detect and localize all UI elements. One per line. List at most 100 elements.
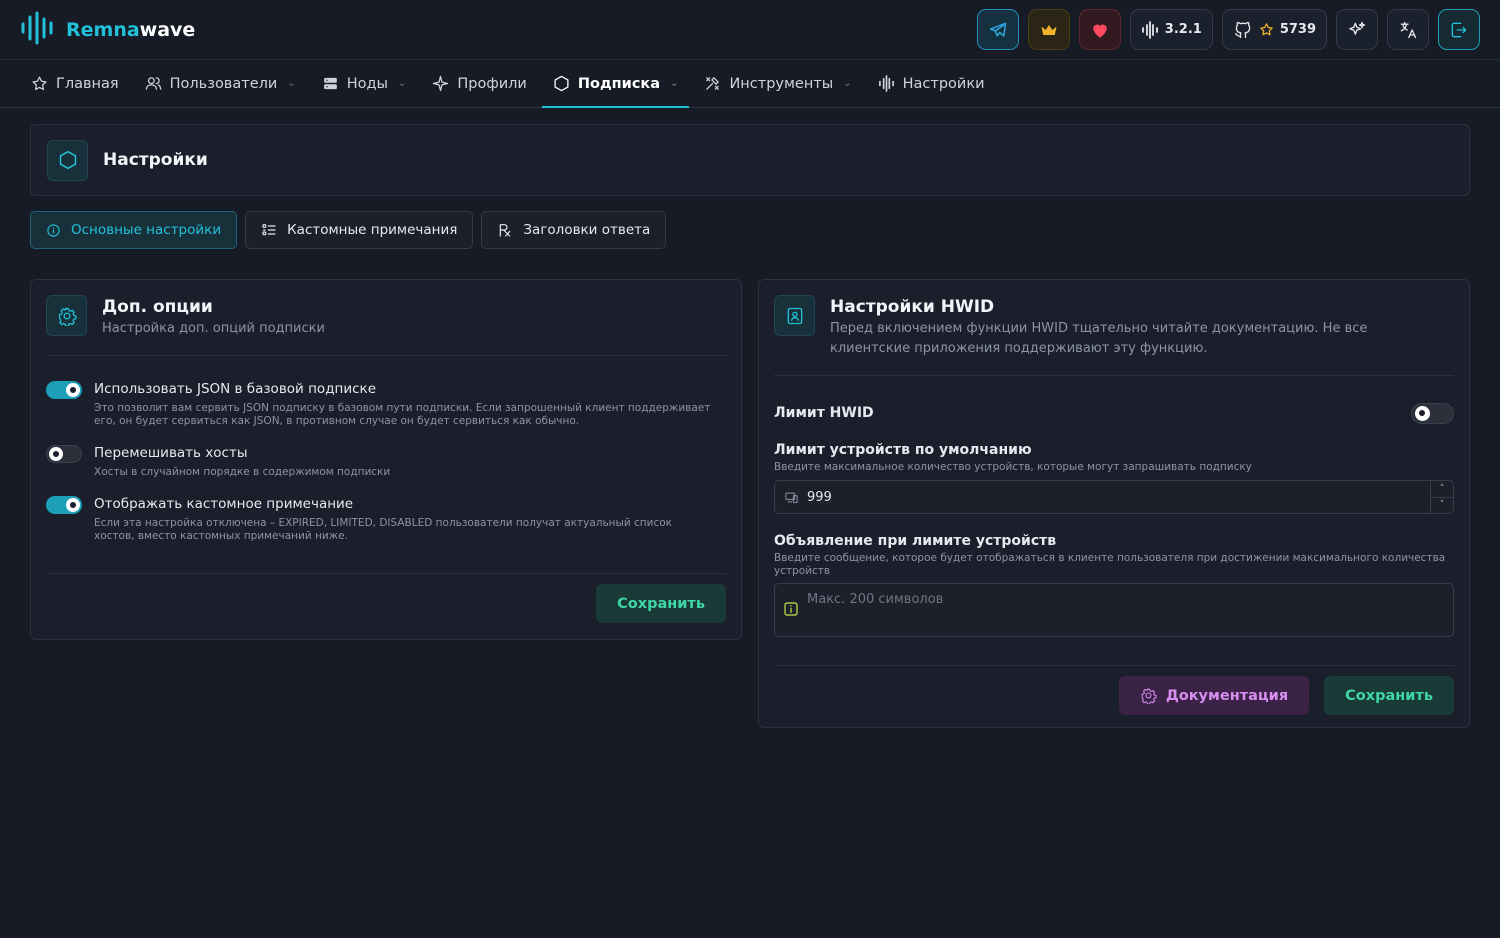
option-json-base: Использовать JSON в базовой подписке Это…: [46, 380, 726, 428]
nav-label: Пользователи: [169, 75, 278, 92]
device-limit-value: 999: [807, 489, 832, 505]
device-limit-input[interactable]: 999 ˄ ˅: [774, 480, 1454, 514]
gear-icon: [1141, 688, 1157, 704]
info-square-icon: [784, 602, 798, 616]
documentation-button[interactable]: Документация: [1118, 676, 1310, 715]
waveform-icon: [878, 75, 894, 92]
translate-icon: [1400, 21, 1417, 38]
device-limit-label: Лимит устройств по умолчанию: [774, 442, 1032, 458]
announce-desc: Введите сообщение, которое будет отображ…: [774, 552, 1446, 577]
waveform-icon: [1141, 20, 1158, 39]
heart-icon: [1093, 24, 1107, 37]
nav-item-profiles[interactable]: Профили: [421, 60, 538, 107]
tab-label: Кастомные примечания: [287, 222, 458, 238]
shuffle-toggle[interactable]: [46, 445, 82, 463]
brand-name: Remnawave: [66, 18, 196, 41]
decrement-button[interactable]: ˅: [1431, 498, 1453, 514]
option-label: Перемешивать хосты: [94, 445, 248, 461]
tools-icon: [706, 77, 720, 90]
page-header: Настройки: [30, 124, 1470, 196]
hwid-limit-toggle[interactable]: [1411, 403, 1454, 424]
tab-label: Заголовки ответа: [523, 222, 651, 238]
github-button[interactable]: 5739: [1221, 9, 1327, 50]
nav-label: Ноды: [346, 75, 388, 92]
quantity-stepper: ˄ ˅: [1430, 481, 1453, 513]
server-icon: [323, 77, 337, 90]
telegram-icon: [989, 22, 1007, 37]
sparkles-icon: [1349, 21, 1366, 35]
version-label: 3.2.1: [1164, 22, 1202, 37]
logo-icon: [20, 11, 54, 49]
star-icon: [32, 76, 47, 91]
card-icon-box: [774, 295, 815, 336]
star-icon: [1260, 23, 1273, 36]
donate-button[interactable]: [1078, 9, 1121, 50]
gear-icon: [58, 307, 76, 326]
tab-response-headers[interactable]: Заголовки ответа: [481, 211, 667, 249]
announce-placeholder: Макс. 200 символов: [807, 592, 944, 607]
main-nav: Главная Пользователи ⌄ Ноды ⌄ Профили По…: [0, 60, 1500, 108]
users-icon: [145, 77, 161, 90]
increment-button[interactable]: ˄: [1431, 481, 1453, 498]
hwid-limit-label: Лимит HWID: [774, 405, 874, 421]
page-title: Настройки: [103, 150, 208, 170]
option-custom-remark: Отображать кастомное примечание Если эта…: [46, 495, 726, 543]
custom-remark-toggle[interactable]: [46, 496, 82, 514]
tab-label: Основные настройки: [71, 222, 222, 238]
nav-item-tools[interactable]: Инструменты ⌄: [693, 60, 862, 107]
crown-icon: [1041, 24, 1057, 35]
chevron-down-icon: ⌄: [670, 78, 679, 89]
chevron-down-icon: ⌄: [397, 78, 407, 89]
top-header: Remnawave 3.2.1 5739: [0, 0, 1500, 60]
nav-item-home[interactable]: Главная: [20, 60, 130, 107]
hwid-settings-card: Настройки HWID Перед включением функции …: [758, 279, 1470, 728]
nav-label: Профили: [457, 75, 527, 92]
save-button[interactable]: Сохранить: [1324, 676, 1454, 715]
logout-button[interactable]: [1438, 9, 1480, 50]
hwid-limit-row: Лимит HWID: [774, 402, 1454, 424]
logout-icon: [1451, 22, 1467, 37]
save-button[interactable]: Сохранить: [596, 584, 726, 623]
option-desc: Это позволит вам сервить JSON подписку в…: [94, 402, 711, 427]
json-toggle[interactable]: [46, 381, 82, 399]
nav-item-settings[interactable]: Настройки: [867, 60, 996, 107]
telegram-button[interactable]: [976, 9, 1019, 50]
brand[interactable]: Remnawave: [20, 11, 195, 49]
nav-item-users[interactable]: Пользователи ⌄: [134, 60, 307, 107]
language-button[interactable]: [1387, 9, 1429, 50]
sparkle-icon: [433, 75, 449, 92]
ai-button[interactable]: [1336, 9, 1378, 50]
option-label: Использовать JSON в базовой подписке: [94, 381, 377, 397]
premium-button[interactable]: [1027, 9, 1070, 50]
nav-label: Настройки: [902, 75, 985, 92]
hexagon-icon: [59, 150, 76, 170]
hexagon-icon: [554, 75, 569, 92]
nav-label: Инструменты: [729, 75, 834, 92]
nav-item-subscription[interactable]: Подписка ⌄: [541, 60, 690, 108]
chevron-down-icon: ⌄: [287, 78, 296, 89]
settings-tabs: Основные настройки Кастомные примечания …: [30, 211, 1470, 249]
nav-label: Подписка: [577, 75, 661, 92]
option-label: Отображать кастомное примечание: [94, 496, 354, 512]
announce-label: Объявление при лимите устройств: [774, 533, 1057, 549]
tab-custom-remarks[interactable]: Кастомные примечания: [245, 211, 474, 249]
nav-item-nodes[interactable]: Ноды ⌄: [311, 60, 418, 107]
docs-label: Документация: [1165, 687, 1289, 704]
card-subtitle: Перед включением функции HWID тщательно …: [830, 321, 1368, 356]
prescription-icon: [500, 224, 511, 237]
option-desc: Хосты в случайном порядке в содержимом п…: [94, 466, 391, 478]
id-badge-icon: [787, 307, 802, 324]
card-icon-box: [46, 295, 87, 336]
option-desc: Если эта настройка отключена – EXPIRED, …: [94, 517, 672, 542]
device-limit-desc: Введите максимальное количество устройст…: [774, 461, 1252, 473]
card-title: Настройки HWID: [830, 297, 995, 317]
chevron-down-icon: ⌄: [843, 78, 852, 89]
devices-icon: [785, 492, 798, 503]
list-icon: [262, 224, 276, 236]
card-subtitle: Настройка доп. опций подписки: [102, 321, 325, 336]
tab-main-settings[interactable]: Основные настройки: [30, 211, 238, 249]
extra-options-card: Доп. опции Настройка доп. опций подписки…: [30, 279, 742, 640]
github-stars: 5739: [1279, 22, 1316, 37]
version-button[interactable]: 3.2.1: [1129, 9, 1213, 50]
announce-textarea[interactable]: Макс. 200 символов: [774, 583, 1454, 637]
